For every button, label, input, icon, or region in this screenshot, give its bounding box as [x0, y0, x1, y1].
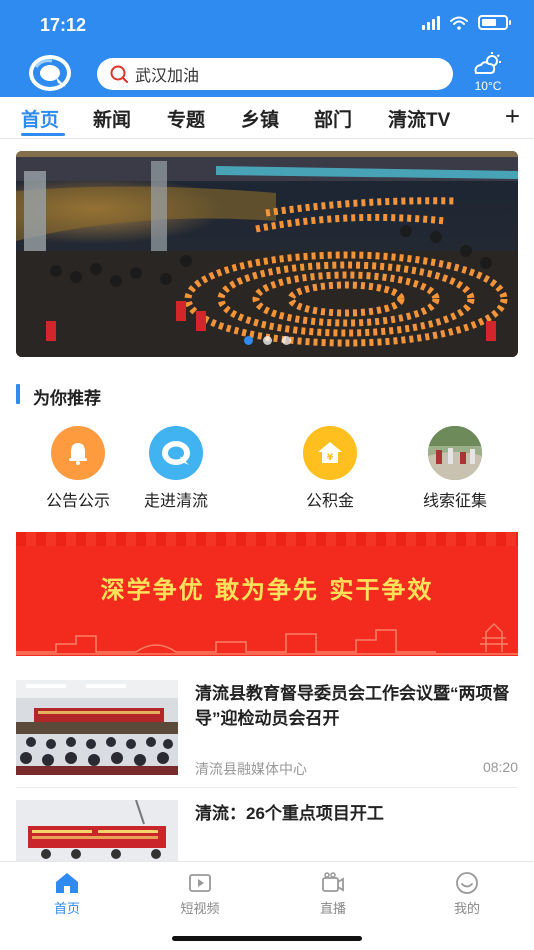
weather-widget[interactable]: 10°C	[468, 52, 508, 93]
tab-qingliu-tv[interactable]: 清流TV	[388, 105, 450, 132]
tab-home[interactable]: 首页	[21, 105, 59, 132]
smile-icon	[456, 872, 478, 894]
add-channel-button[interactable]: +	[505, 101, 520, 132]
nav-live[interactable]: 直播	[293, 872, 373, 917]
home-icon	[56, 873, 78, 893]
carousel-dot[interactable]	[281, 336, 291, 345]
nav-home[interactable]: 首页	[27, 872, 107, 917]
quick-entry-housing-fund[interactable]: ¥ 公积金	[275, 426, 385, 511]
quick-entry-about-qingliu[interactable]: 走进清流	[121, 426, 231, 511]
nav-label: 首页	[53, 901, 80, 916]
svg-text:¥: ¥	[327, 453, 334, 463]
news-title[interactable]: 清流：26个重点项目开工	[195, 801, 515, 826]
nav-profile[interactable]: 我的	[427, 872, 507, 917]
slogan-banner[interactable]: 深学争优 敢为争先 实干争效	[16, 532, 518, 656]
status-icons	[422, 15, 511, 30]
photo-thumbnail	[428, 426, 482, 480]
carousel-dot[interactable]	[243, 336, 253, 345]
tab-topics[interactable]: 专题	[167, 105, 205, 132]
news-thumbnail[interactable]	[16, 800, 178, 861]
quick-entry-clue-collection[interactable]: 线索征集	[400, 426, 510, 511]
tab-departments[interactable]: 部门	[314, 105, 352, 132]
nav-short-video[interactable]: 短视频	[160, 872, 240, 917]
tab-towns[interactable]: 乡镇	[241, 105, 279, 132]
carousel-dot[interactable]	[262, 336, 272, 345]
quick-entry-announcements[interactable]: 公告公示	[23, 426, 133, 511]
wifi-icon	[450, 16, 468, 30]
quick-entry-label: 走进清流	[143, 493, 208, 510]
video-icon	[189, 874, 211, 892]
home-indicator	[172, 936, 362, 941]
quick-entry-label: 公积金	[305, 493, 354, 510]
slogan-text: 深学争优 敢为争先 实干争效	[100, 575, 434, 604]
news-title[interactable]: 清流县教育督导委员会工作会议暨“两项督导”迎检动员会召开	[195, 681, 515, 731]
app-logo-icon[interactable]	[28, 53, 72, 93]
banner-carousel[interactable]	[16, 151, 518, 357]
house-yuan-icon: ¥	[303, 426, 357, 480]
live-camera-icon	[322, 872, 344, 892]
search-icon	[110, 65, 128, 83]
slogan-decor-strip	[16, 532, 518, 546]
active-tab-indicator	[21, 133, 65, 136]
city-skyline-decoration	[16, 622, 518, 655]
nav-label: 直播	[319, 901, 346, 916]
channel-tabs: 首页 新闻 专题 乡镇 部门 清流TV +	[0, 97, 534, 139]
quick-entry-label: 公告公示	[45, 493, 110, 510]
search-text: 武汉加油	[135, 68, 200, 85]
top-header: 17:12 武汉加油 10°C	[0, 0, 534, 97]
qingliu-logo-icon	[149, 426, 203, 480]
tab-news[interactable]: 新闻	[93, 105, 131, 132]
weather-temp: 10°C	[474, 79, 502, 93]
search-bar[interactable]: 武汉加油	[97, 58, 453, 90]
recommend-heading: 为你推荐	[33, 389, 101, 408]
news-thumbnail[interactable]	[16, 680, 178, 775]
news-source: 清流县融媒体中心	[195, 761, 307, 777]
nav-label: 我的	[453, 901, 480, 916]
section-accent-bar	[16, 384, 20, 404]
nav-label: 短视频	[180, 901, 220, 916]
quick-entry-label: 线索征集	[422, 493, 487, 510]
battery-icon	[478, 15, 511, 30]
banner-image-lantern-festival	[16, 151, 518, 357]
news-time: 08:20	[482, 759, 518, 775]
status-time: 17:12	[40, 15, 87, 35]
signal-icon	[422, 15, 440, 30]
carousel-dots	[16, 336, 518, 345]
news-divider	[16, 787, 518, 788]
bell-icon	[51, 426, 105, 480]
weather-cloud-sun-icon	[474, 52, 501, 74]
